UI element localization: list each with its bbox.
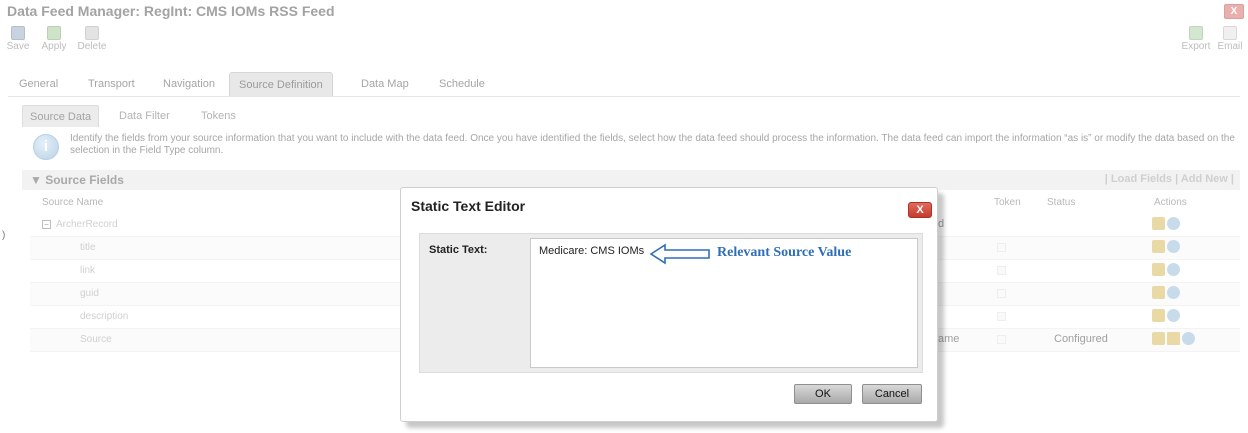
delete-button[interactable]: Delete	[76, 26, 108, 52]
add-child-icon[interactable]	[1152, 240, 1165, 253]
source-fields-links[interactable]: | Load Fields | Add New |	[1105, 173, 1234, 185]
edit-icon[interactable]	[1167, 332, 1180, 345]
ok-button[interactable]: OK	[794, 384, 852, 404]
token-checkbox[interactable]	[997, 312, 1006, 321]
delete-row-icon[interactable]	[1167, 240, 1180, 253]
row-name: guid	[80, 288, 99, 299]
export-button[interactable]: Export	[1180, 26, 1212, 52]
col-token: Token	[994, 197, 1021, 208]
dialog-close-button[interactable]: X	[908, 202, 932, 218]
row-status: Configured	[1054, 333, 1108, 345]
left-edge-marker: )	[2, 230, 6, 241]
static-text-label: Static Text:	[429, 244, 488, 256]
static-text-value: Medicare: CMS IOMs	[539, 245, 645, 257]
delete-row-icon[interactable]	[1167, 286, 1180, 299]
add-child-icon[interactable]	[1152, 309, 1165, 322]
row-name: − ArcherRecord	[42, 219, 118, 230]
row-name: title	[80, 242, 96, 253]
row-actions	[1152, 240, 1182, 253]
token-checkbox[interactable]	[997, 289, 1006, 298]
annotation-relevant-source-value: Relevant Source Value	[717, 245, 852, 260]
add-child-icon[interactable]	[1152, 286, 1165, 299]
apply-icon	[47, 26, 61, 40]
row-actions	[1152, 263, 1182, 276]
row-name: link	[80, 265, 96, 276]
token-checkbox[interactable]	[997, 335, 1006, 344]
add-child-icon[interactable]	[1152, 263, 1165, 276]
email-icon	[1223, 26, 1237, 40]
save-button[interactable]: Save	[2, 26, 34, 52]
tab-general[interactable]: General	[10, 72, 67, 96]
delete-icon	[85, 26, 99, 40]
source-fields-title: ▼ Source Fields	[30, 173, 124, 187]
subtab-source-data[interactable]: Source Data	[22, 105, 100, 127]
subtab-data-filter[interactable]: Data Filter	[112, 105, 177, 127]
col-status: Status	[1047, 197, 1076, 208]
row-name: Source	[80, 334, 112, 345]
delete-row-icon[interactable]	[1167, 263, 1180, 276]
info-text: Identify the fields from your source inf…	[70, 133, 1235, 156]
window-titlebar: Data Feed Manager: RegInt: CMS IOMs RSS …	[0, 0, 1248, 22]
delete-row-icon[interactable]	[1167, 309, 1180, 322]
export-label: Export	[1181, 41, 1211, 52]
export-icon	[1189, 26, 1203, 40]
row-actions	[1152, 286, 1182, 299]
token-checkbox[interactable]	[997, 243, 1006, 252]
tab-schedule[interactable]: Schedule	[430, 72, 494, 96]
dialog-title: Static Text Editor	[411, 198, 526, 214]
row-actions	[1152, 309, 1182, 322]
save-icon	[11, 26, 25, 40]
window-close-button[interactable]: X	[1224, 4, 1244, 19]
col-source-name: Source Name	[42, 197, 104, 208]
left-arrow-icon	[649, 243, 710, 265]
delete-label: Delete	[77, 41, 107, 52]
tab-data-map[interactable]: Data Map	[352, 72, 418, 96]
add-child-icon[interactable]	[1152, 332, 1165, 345]
tab-navigation[interactable]: Navigation	[154, 72, 224, 96]
cancel-button[interactable]: Cancel	[862, 384, 922, 404]
subtab-tokens[interactable]: Tokens	[194, 105, 243, 127]
tabbar-divider	[8, 96, 1240, 97]
email-button[interactable]: Email	[1214, 26, 1246, 52]
email-label: Email	[1217, 41, 1243, 52]
add-child-icon[interactable]	[1152, 217, 1165, 230]
collapse-icon[interactable]: −	[42, 219, 51, 229]
static-text-editor-dialog: Static Text Editor X Static Text: Medica…	[400, 187, 938, 422]
delete-row-icon[interactable]	[1167, 217, 1180, 230]
col-actions: Actions	[1154, 197, 1187, 208]
row-actions	[1152, 217, 1182, 230]
save-label: Save	[6, 41, 30, 52]
row-actions	[1152, 332, 1197, 345]
apply-label: Apply	[41, 41, 67, 52]
delete-row-icon[interactable]	[1182, 332, 1195, 345]
token-checkbox[interactable]	[997, 266, 1006, 275]
window-title: Data Feed Manager: RegInt: CMS IOMs RSS …	[7, 3, 335, 19]
row-name: description	[80, 311, 129, 322]
tab-source-definition[interactable]: Source Definition	[229, 72, 333, 96]
info-icon: i	[33, 134, 59, 160]
apply-button[interactable]: Apply	[38, 26, 70, 52]
tab-transport[interactable]: Transport	[79, 72, 144, 96]
